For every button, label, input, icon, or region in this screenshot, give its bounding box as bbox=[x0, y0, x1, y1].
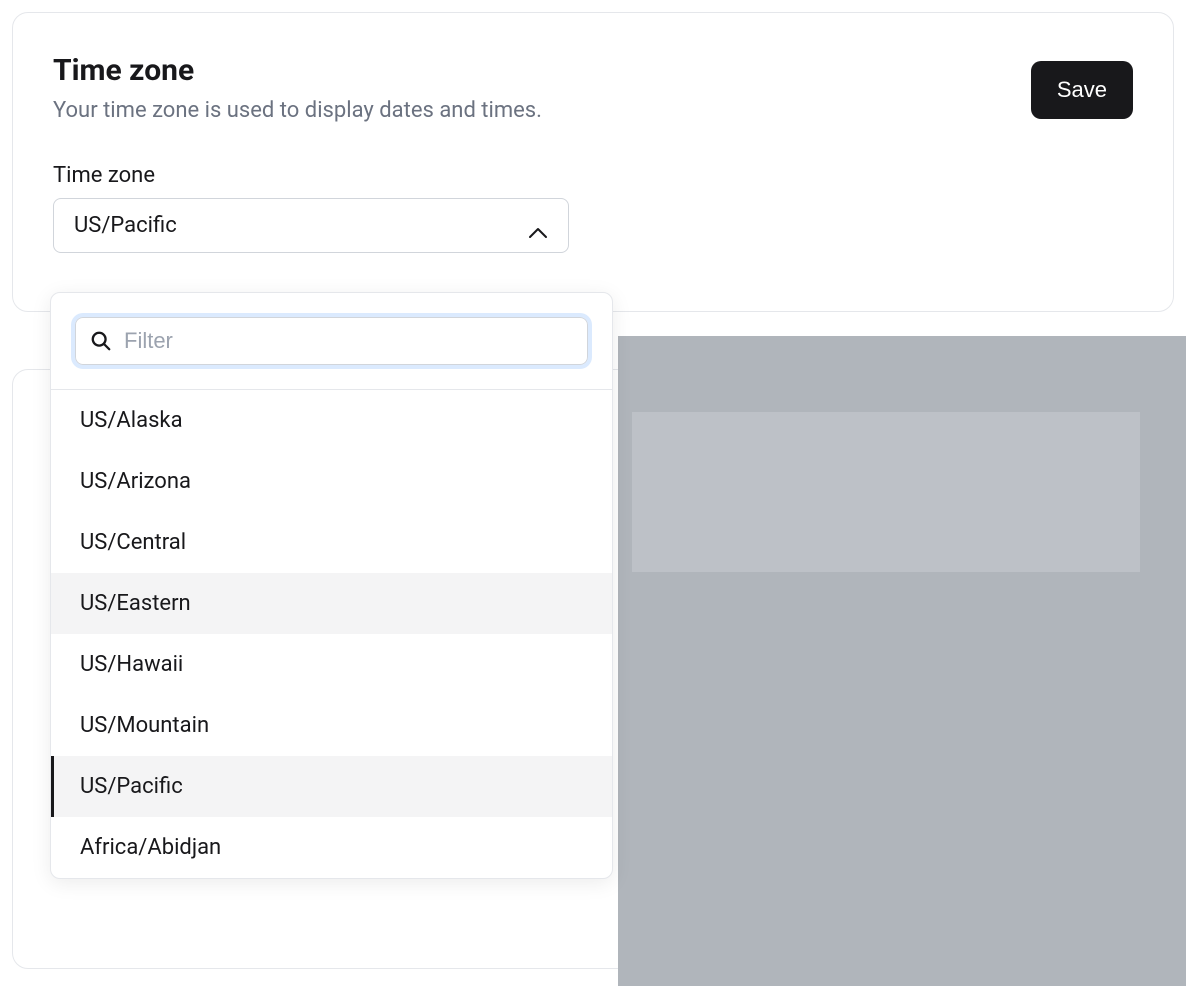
options-list[interactable]: US/AlaskaUS/ArizonaUS/CentralUS/EasternU… bbox=[51, 390, 612, 878]
timezone-option[interactable]: US/Alaska bbox=[51, 390, 612, 451]
timezone-field: Time zone US/Pacific bbox=[53, 163, 1133, 253]
card-description: Your time zone is used to display dates … bbox=[53, 98, 1031, 123]
filter-input-wrapper[interactable] bbox=[75, 317, 588, 365]
timezone-dropdown-panel: US/AlaskaUS/ArizonaUS/CentralUS/EasternU… bbox=[50, 292, 613, 879]
card-title: Time zone bbox=[53, 53, 1031, 88]
background-card-inner bbox=[632, 412, 1140, 572]
save-button[interactable]: Save bbox=[1031, 61, 1133, 119]
field-label: Time zone bbox=[53, 163, 1133, 188]
timezone-option[interactable]: US/Pacific bbox=[51, 756, 612, 817]
timezone-option[interactable]: US/Mountain bbox=[51, 695, 612, 756]
timezone-option[interactable]: US/Arizona bbox=[51, 451, 612, 512]
timezone-option[interactable]: US/Hawaii bbox=[51, 634, 612, 695]
card-header-text: Time zone Your time zone is used to disp… bbox=[53, 53, 1031, 123]
timezone-option[interactable]: Africa/Abidjan bbox=[51, 817, 612, 878]
timezone-select-trigger[interactable]: US/Pacific bbox=[53, 198, 569, 253]
filter-section bbox=[51, 293, 612, 390]
search-icon bbox=[90, 330, 112, 352]
timezone-option[interactable]: US/Eastern bbox=[51, 573, 612, 634]
filter-input[interactable] bbox=[124, 328, 573, 354]
timezone-settings-card: Time zone Your time zone is used to disp… bbox=[12, 12, 1174, 312]
timezone-option[interactable]: US/Central bbox=[51, 512, 612, 573]
selected-value: US/Pacific bbox=[74, 213, 177, 238]
card-header: Time zone Your time zone is used to disp… bbox=[53, 53, 1133, 123]
chevron-up-icon bbox=[528, 220, 548, 232]
